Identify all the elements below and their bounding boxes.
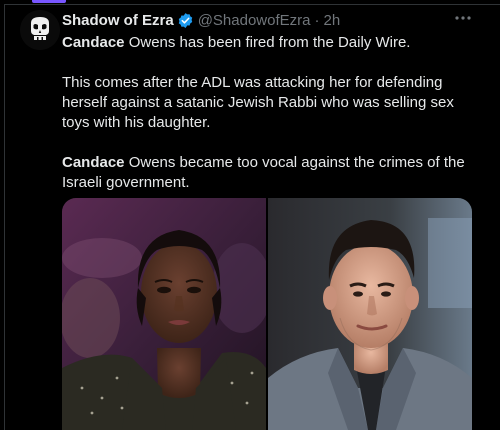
timestamp[interactable]: 2h	[323, 12, 340, 29]
more-options-button[interactable]	[450, 8, 476, 28]
highlighted-name: Candace	[62, 154, 125, 171]
separator-dot: ·	[314, 11, 320, 29]
verified-badge-icon[interactable]	[177, 12, 194, 29]
tweet-media	[62, 198, 472, 430]
author-name[interactable]: Shadow of Ezra	[62, 12, 174, 29]
tweet-paragraph: Candace Owens became too vocal against t…	[62, 153, 482, 193]
tab-indicator	[32, 0, 66, 3]
tweet-text: Candace Owens has been fired from the Da…	[62, 33, 482, 193]
paragraph-text: Owens has been fired from the Daily Wire…	[124, 34, 411, 51]
tweet-paragraph: This comes after the ADL was attacking h…	[62, 74, 454, 131]
avatar[interactable]	[20, 10, 60, 50]
more-options-icon	[455, 16, 471, 20]
punisher-skull-icon	[20, 10, 60, 50]
tweet-header: Shadow of Ezra @ShadowofEzra · 2h	[62, 10, 460, 30]
media-photo-man[interactable]	[268, 198, 472, 430]
author-handle[interactable]: @ShadowofEzra	[198, 12, 311, 29]
tweet-paragraph: Candace Owens has been fired from the Da…	[62, 33, 482, 53]
media-photo-woman[interactable]	[62, 198, 266, 430]
highlighted-name: Candace	[62, 34, 125, 51]
